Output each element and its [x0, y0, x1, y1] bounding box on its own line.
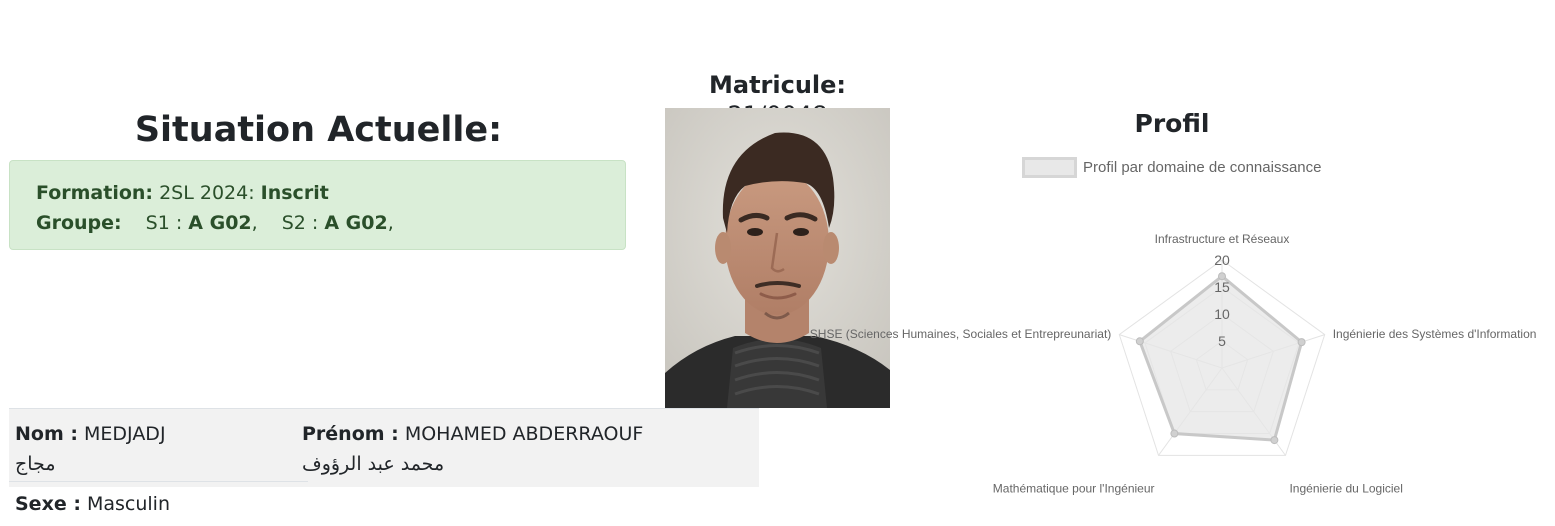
radar-spoke	[1158, 367, 1223, 456]
groupe-label: Groupe:	[36, 212, 122, 234]
profil-title: Profil	[1134, 109, 1210, 138]
radar-tick-label: 20	[1214, 252, 1230, 268]
radar-spoke	[1221, 334, 1325, 369]
formation-line: Formation: 2SL 2024: Inscrit	[36, 179, 625, 209]
s1-comma: ,	[251, 212, 258, 234]
sexe-value: Masculin	[86, 493, 171, 515]
radar-grid-ring	[1170, 313, 1274, 413]
radar-spoke	[1221, 367, 1286, 456]
radar-data-point	[1270, 436, 1279, 445]
radar-tick-label: 5	[1218, 333, 1226, 349]
prenom-value: MOHAMED ABDERRAOUF	[404, 423, 644, 445]
s2-label: S2 :	[281, 212, 319, 234]
s2-comma: ,	[387, 212, 394, 234]
situation-title: Situation Actuelle:	[134, 110, 503, 150]
nom-value: MEDJADJ	[84, 423, 166, 445]
radar-grid-ring	[1195, 340, 1249, 391]
formation-label: Formation:	[36, 182, 154, 204]
radar-data-point	[1170, 429, 1179, 438]
student-photo-illustration	[665, 108, 890, 408]
radar-data-point	[1135, 337, 1144, 346]
identity-row: Nom : MEDJADJ مجاج Prénom : MOHAMED ABDE…	[9, 408, 759, 487]
radar-data-point	[1218, 272, 1226, 281]
legend-label: Profil par domaine de connaissance	[1083, 159, 1322, 176]
formation-status: Inscrit	[260, 182, 329, 204]
radar-tick-label: 15	[1214, 279, 1230, 295]
chart-legend[interactable]: Profil par domaine de connaissance	[1022, 157, 1321, 178]
radar-category-label: Ingénierie des Systèmes d'Information	[1333, 327, 1537, 341]
radar-spoke	[1119, 334, 1223, 369]
prenom-arabic: محمد عبد الرؤوف	[302, 453, 445, 475]
radar-category-label: Mathématique pour l'Ingénieur	[993, 482, 1155, 496]
sexe-label: Sexe :	[15, 493, 81, 515]
matricule-label: Matricule:	[708, 71, 847, 99]
nom-arabic: مجاج	[15, 453, 56, 475]
s1-value: A G02	[188, 212, 252, 234]
radar-grid-ring	[1118, 259, 1326, 456]
prenom-cell: Prénom : MOHAMED ABDERRAOUF محمد عبد الر…	[296, 409, 748, 487]
situation-status-box: Formation: 2SL 2024: Inscrit Groupe: S1 :…	[9, 160, 626, 250]
radar-category-label: Infrastructure et Réseaux	[1155, 232, 1290, 246]
radar-category-label: Ingénierie du Logiciel	[1289, 482, 1402, 496]
nom-label: Nom :	[15, 423, 78, 445]
legend-swatch	[1022, 157, 1077, 178]
radar-tick-label: 10	[1214, 306, 1230, 322]
identity-table: Nom : MEDJADJ مجاج Prénom : MOHAMED ABDE…	[9, 408, 759, 487]
s1-label: S1 :	[145, 212, 183, 234]
nom-cell: Nom : MEDJADJ مجاج	[9, 409, 296, 487]
formation-value: 2SL 2024:	[159, 182, 255, 204]
radar-grid-ring	[1144, 286, 1300, 435]
radar-data-point	[1297, 338, 1306, 347]
s2-value: A G02	[324, 212, 388, 234]
prenom-label: Prénom :	[302, 423, 399, 445]
groupe-line: Groupe: S1 : A G02, S2 : A G02,	[36, 209, 625, 239]
sexe-row: Sexe : Masculin	[9, 481, 308, 526]
radar-data-area	[1138, 274, 1304, 442]
student-photo	[665, 108, 890, 408]
